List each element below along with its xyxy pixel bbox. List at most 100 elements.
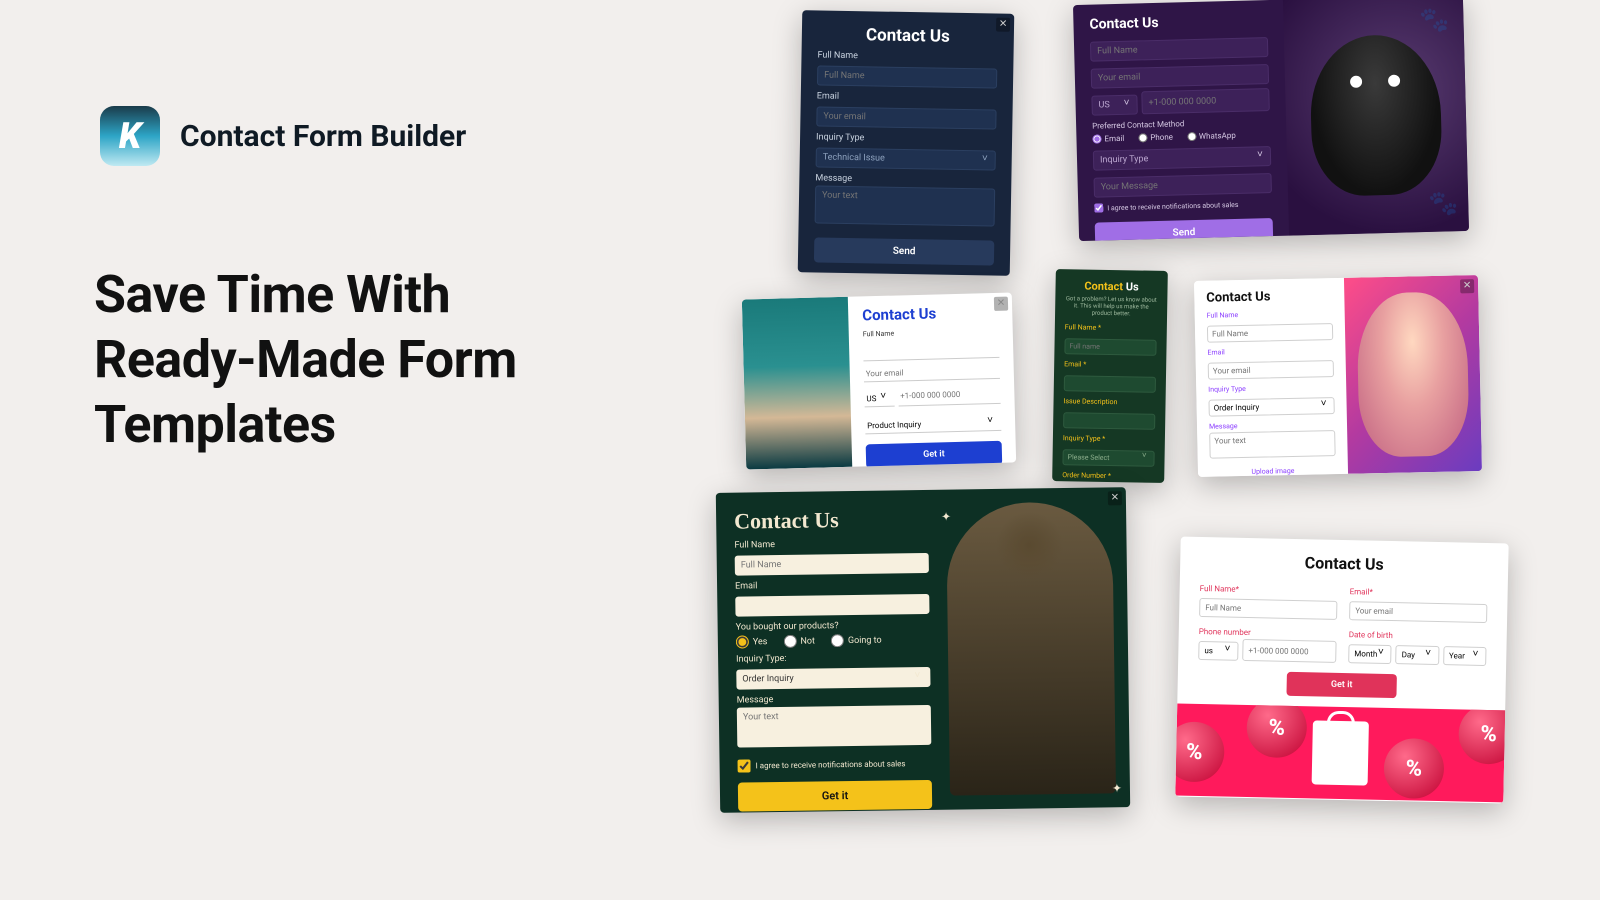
- agree-checkbox[interactable]: I agree to receive notifications about s…: [738, 757, 932, 773]
- country-select[interactable]: [1091, 94, 1138, 115]
- form-title: Contact Us: [1089, 12, 1267, 33]
- form-title: Contact Us: [734, 506, 928, 535]
- template-card-green-support: Contact Us Got a problem? Let us know ab…: [1052, 269, 1168, 483]
- inquiry-select[interactable]: [816, 147, 996, 170]
- label-name: Full Name*: [1200, 584, 1338, 596]
- dob-day-select[interactable]: [1395, 645, 1439, 665]
- full-name-input[interactable]: [863, 342, 999, 362]
- label-inquiry: Inquiry Type: [816, 132, 996, 145]
- full-name-input[interactable]: [1207, 323, 1333, 343]
- country-select[interactable]: [1198, 641, 1238, 661]
- label-phone: Phone number: [1199, 627, 1337, 639]
- phone-input[interactable]: [898, 383, 1001, 407]
- percent-balloon-icon: %: [1246, 704, 1307, 759]
- label-desc: Issue Description: [1063, 397, 1155, 407]
- app-name: Contact Form Builder: [180, 119, 466, 154]
- email-input[interactable]: [1349, 601, 1487, 623]
- radio-phone[interactable]: Phone: [1138, 133, 1173, 143]
- label-message: Message: [737, 693, 931, 706]
- close-icon[interactable]: ✕: [1460, 279, 1474, 293]
- label-full-name: Full Name: [817, 50, 997, 63]
- close-icon[interactable]: ✕: [996, 18, 1010, 32]
- label-email: Email: [735, 579, 929, 592]
- radio-not[interactable]: Not: [783, 635, 815, 648]
- label-message: Message: [815, 173, 995, 186]
- radio-going-to[interactable]: Going to: [831, 634, 882, 648]
- message-input[interactable]: [815, 185, 996, 226]
- email-input[interactable]: [1064, 375, 1156, 393]
- sparkle-icon: ✦: [941, 510, 951, 524]
- label-inquiry: Inquiry Type *: [1063, 434, 1155, 444]
- label-inquiry: Inquiry Type: [1208, 383, 1334, 394]
- message-input[interactable]: [1209, 430, 1336, 459]
- label-name: Full Name: [1207, 309, 1333, 320]
- template-card-beach: ✕ Contact Us Full Name Get it: [742, 292, 1016, 469]
- email-input[interactable]: [735, 594, 929, 617]
- form-title: Contact Us: [818, 24, 998, 47]
- email-input[interactable]: [864, 363, 1000, 383]
- message-input[interactable]: [1094, 173, 1272, 198]
- app-logo: K: [100, 106, 160, 166]
- inquiry-select[interactable]: [736, 667, 930, 690]
- desc-input[interactable]: [1063, 412, 1155, 430]
- form-title: Contact Us: [1206, 288, 1332, 306]
- full-name-input[interactable]: [735, 553, 929, 576]
- close-icon[interactable]: ✕: [994, 297, 1008, 311]
- template-card-fashion: Contact Us Full Name Email Inquiry Type …: [1194, 275, 1482, 477]
- phone-input[interactable]: [1242, 639, 1336, 663]
- label-inquiry: Inquiry Type:: [736, 652, 930, 665]
- label-contact-method: Preferred Contact Method: [1092, 117, 1270, 131]
- radio-whatsapp[interactable]: WhatsApp: [1187, 131, 1236, 141]
- radio-yes[interactable]: Yes: [736, 635, 768, 648]
- template-card-dark-navy: ✕ Contact Us Full Name Email Inquiry Typ…: [798, 10, 1015, 276]
- product-select[interactable]: [865, 415, 1001, 435]
- email-input[interactable]: [816, 106, 996, 129]
- paw-icon: 🐾: [1419, 5, 1450, 34]
- form-title: Contact Us: [862, 303, 998, 325]
- message-input[interactable]: [737, 705, 932, 748]
- radio-email[interactable]: Email: [1092, 134, 1124, 144]
- get-it-button[interactable]: Get it: [1286, 672, 1396, 698]
- sale-banner: % % % %: [1175, 704, 1505, 803]
- form-title: Contact Us: [1200, 551, 1488, 576]
- close-icon[interactable]: ✕: [1108, 491, 1122, 505]
- template-image-interior: [946, 501, 1116, 795]
- label-email: Email: [817, 91, 997, 104]
- send-button[interactable]: Send: [814, 237, 994, 265]
- phone-input[interactable]: [1141, 88, 1270, 114]
- template-card-sale: Contact Us Full Name* Email* Phone numbe…: [1175, 537, 1508, 804]
- label-message: Message: [1209, 420, 1335, 431]
- percent-balloon-icon: %: [1175, 721, 1225, 782]
- label-full-name: Full Name: [863, 327, 999, 339]
- label-name: Full Name: [734, 538, 928, 551]
- label-dob: Date of birth: [1349, 630, 1487, 642]
- template-image-pug: 🐾 🐾: [1283, 0, 1469, 236]
- agree-checkbox[interactable]: I agree to receive notifications about s…: [1094, 199, 1272, 213]
- label-email: Email*: [1350, 587, 1488, 599]
- label-order: Order Number *: [1062, 471, 1154, 481]
- full-name-input[interactable]: [1064, 338, 1156, 356]
- full-name-input[interactable]: [817, 65, 997, 88]
- form-title: Contact Us: [1065, 279, 1157, 294]
- label-email: Email *: [1064, 360, 1156, 370]
- template-card-purple-pet: ✕ Contact Us Preferred Contact Method Em…: [1073, 0, 1469, 241]
- get-it-button[interactable]: Get it: [866, 441, 1003, 469]
- country-select[interactable]: [864, 391, 894, 408]
- form-subtitle: Got a problem? Let us know about it. Thi…: [1065, 295, 1157, 318]
- upload-link[interactable]: Upload image: [1210, 466, 1336, 477]
- label-name: Full Name *: [1065, 323, 1157, 333]
- percent-balloon-icon: %: [1383, 738, 1444, 799]
- inquiry-select[interactable]: [1062, 449, 1154, 467]
- inquiry-select[interactable]: [1208, 397, 1334, 417]
- template-card-interior: ✕ Contact Us Full Name Email You bought …: [716, 487, 1130, 813]
- percent-balloon-icon: %: [1458, 704, 1505, 765]
- get-it-button[interactable]: Get it: [738, 780, 932, 812]
- dob-year-select[interactable]: [1443, 646, 1487, 666]
- sparkle-icon: ✦: [1112, 781, 1122, 795]
- dob-month-select[interactable]: [1348, 644, 1392, 664]
- email-input[interactable]: [1208, 360, 1334, 380]
- template-image-model: [1344, 275, 1482, 474]
- shopping-bag-icon: [1312, 720, 1369, 785]
- send-button[interactable]: Send: [1095, 218, 1274, 241]
- full-name-input[interactable]: [1199, 598, 1337, 620]
